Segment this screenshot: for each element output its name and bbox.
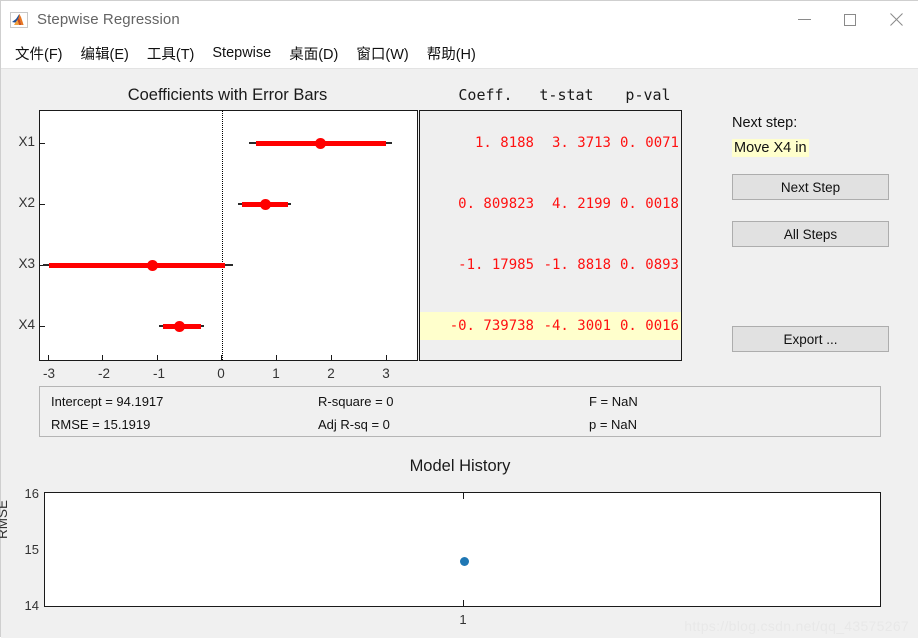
minimize-button[interactable]: [781, 1, 827, 38]
menu-item-tools[interactable]: 工具(T): [138, 40, 204, 67]
table-cell-p-val: 0. 0071: [619, 135, 679, 151]
close-button[interactable]: [873, 1, 918, 38]
coef-xtick-0: [221, 355, 222, 360]
coef-xtick--1: [157, 355, 158, 360]
window-title: Stepwise Regression: [37, 11, 180, 28]
stat-f: F = NaN: [589, 394, 638, 409]
coef-ytick-x2: [40, 204, 45, 205]
main-content: Coefficients with Error Bars X1 X2 X3 X4: [0, 69, 918, 638]
watermark-text: https://blog.csdn.net/qq_43575267: [684, 618, 909, 634]
stepwise-regression-window: Stepwise Regression 文件(F) 编辑(E) 工具(T) St…: [0, 0, 918, 638]
menu-item-help[interactable]: 帮助(H): [418, 40, 485, 67]
coefficients-plot-axes[interactable]: [39, 110, 418, 361]
maximize-button[interactable]: [827, 1, 873, 38]
coef-xtick-label-2: 2: [327, 366, 335, 381]
menu-item-desktop[interactable]: 桌面(D): [280, 40, 347, 67]
model-history-xtick-label-1: 1: [459, 612, 467, 627]
table-cell-coeff: 0. 809823: [458, 196, 534, 212]
zero-reference-line: [222, 111, 223, 360]
menu-bar: 文件(F) 编辑(E) 工具(T) Stepwise 桌面(D) 窗口(W) 帮…: [1, 38, 918, 69]
table-cell-t-stat: -4. 3001: [543, 318, 611, 334]
coef-xtick-label--3: -3: [42, 366, 55, 381]
table-cell-coeff: 1. 8188: [474, 135, 534, 151]
export-button[interactable]: Export ...: [732, 326, 889, 352]
minimize-icon: [797, 19, 811, 20]
table-row[interactable]: 1. 8188 3. 3713 0. 0071: [420, 129, 681, 157]
coef-xtick-label--1: -1: [152, 366, 165, 381]
stat-r-square: R-square = 0: [318, 394, 394, 409]
coefficients-table: 1. 8188 3. 3713 0. 0071 0. 809823 4. 219…: [419, 110, 682, 361]
coef-ylabel-x1: X1: [18, 134, 35, 149]
coef-xtick-label-3: 3: [382, 366, 390, 381]
table-cell-t-stat: -1. 8818: [543, 257, 611, 273]
error-bar-x4-point: [173, 320, 185, 332]
next-step-label: Next step:: [732, 115, 798, 131]
model-history-ytick-label-14: 14: [24, 598, 39, 613]
matlab-logo-icon: [10, 11, 28, 28]
menu-item-edit[interactable]: 编辑(E): [72, 40, 138, 67]
model-history-data-point: [459, 556, 469, 566]
all-steps-button[interactable]: All Steps: [732, 221, 889, 247]
coef-ytick-x1: [40, 143, 45, 144]
coef-xtick--3: [48, 355, 49, 360]
window-controls: [781, 1, 918, 38]
table-cell-p-val: 0. 0893: [619, 257, 679, 273]
error-bar-x3-line: [49, 263, 225, 268]
coef-ytick-x4: [40, 326, 45, 327]
table-cell-coeff: -0. 739738: [449, 318, 534, 334]
next-step-value: Move X4 in: [732, 139, 809, 157]
stat-adj-r-sq: Adj R-sq = 0: [318, 417, 390, 432]
table-cell-p-val: 0. 0018: [619, 196, 679, 212]
coefficients-plot-title: Coefficients with Error Bars: [127, 86, 328, 104]
table-header-p-val: p-val: [625, 86, 671, 104]
all-steps-button-label: All Steps: [783, 226, 838, 242]
model-history-ylabel: RMSE: [0, 499, 10, 539]
coef-xtick--2: [102, 355, 103, 360]
stat-rmse: RMSE = 15.1919: [51, 417, 151, 432]
menu-item-file[interactable]: 文件(F): [6, 40, 72, 67]
table-cell-t-stat: 4. 2199: [551, 196, 611, 212]
export-button-label: Export ...: [783, 331, 838, 347]
model-history-ytick-label-16: 16: [24, 486, 39, 501]
coef-xtick-2: [331, 355, 332, 360]
model-history-title: Model History: [409, 457, 511, 475]
model-history-xtick-1-top: [463, 493, 464, 499]
model-history-ytick-label-15: 15: [24, 542, 39, 557]
next-step-button-label: Next Step: [780, 179, 841, 195]
menu-item-stepwise[interactable]: Stepwise: [203, 42, 280, 64]
coef-xtick-label-0: 0: [217, 366, 225, 381]
error-bar-x2-point: [259, 198, 271, 210]
next-step-button[interactable]: Next Step: [732, 174, 889, 200]
stat-p: p = NaN: [589, 417, 638, 432]
model-history-xtick-1-bottom: [463, 600, 464, 606]
coef-ylabel-x4: X4: [18, 317, 35, 332]
table-cell-t-stat: 3. 3713: [551, 135, 611, 151]
stat-intercept: Intercept = 94.1917: [51, 394, 164, 409]
error-bar-x3-point: [146, 259, 158, 271]
coef-xtick-3: [386, 355, 387, 360]
coef-xtick-label--2: -2: [97, 366, 110, 381]
table-header-t-stat: t-stat: [539, 86, 594, 104]
title-bar: Stepwise Regression: [1, 1, 918, 38]
maximize-icon: [844, 13, 856, 26]
coef-ylabel-x3: X3: [18, 256, 35, 271]
model-history-axes[interactable]: [44, 492, 881, 607]
close-icon: [889, 13, 903, 27]
error-bar-x1-point: [314, 137, 326, 149]
coef-xtick-label-1: 1: [272, 366, 280, 381]
table-row[interactable]: 0. 809823 4. 2199 0. 0018: [420, 190, 681, 218]
coef-xtick-1: [276, 355, 277, 360]
table-cell-p-val: 0. 0016: [619, 318, 679, 334]
coef-ylabel-x2: X2: [18, 195, 35, 210]
table-row[interactable]: -1. 17985 -1. 8818 0. 0893: [420, 251, 681, 279]
table-cell-coeff: -1. 17985: [458, 257, 534, 273]
menu-item-window[interactable]: 窗口(W): [347, 40, 417, 67]
model-statistics-panel: [39, 386, 881, 437]
table-row-highlighted[interactable]: -0. 739738 -4. 3001 0. 0016: [420, 312, 681, 340]
